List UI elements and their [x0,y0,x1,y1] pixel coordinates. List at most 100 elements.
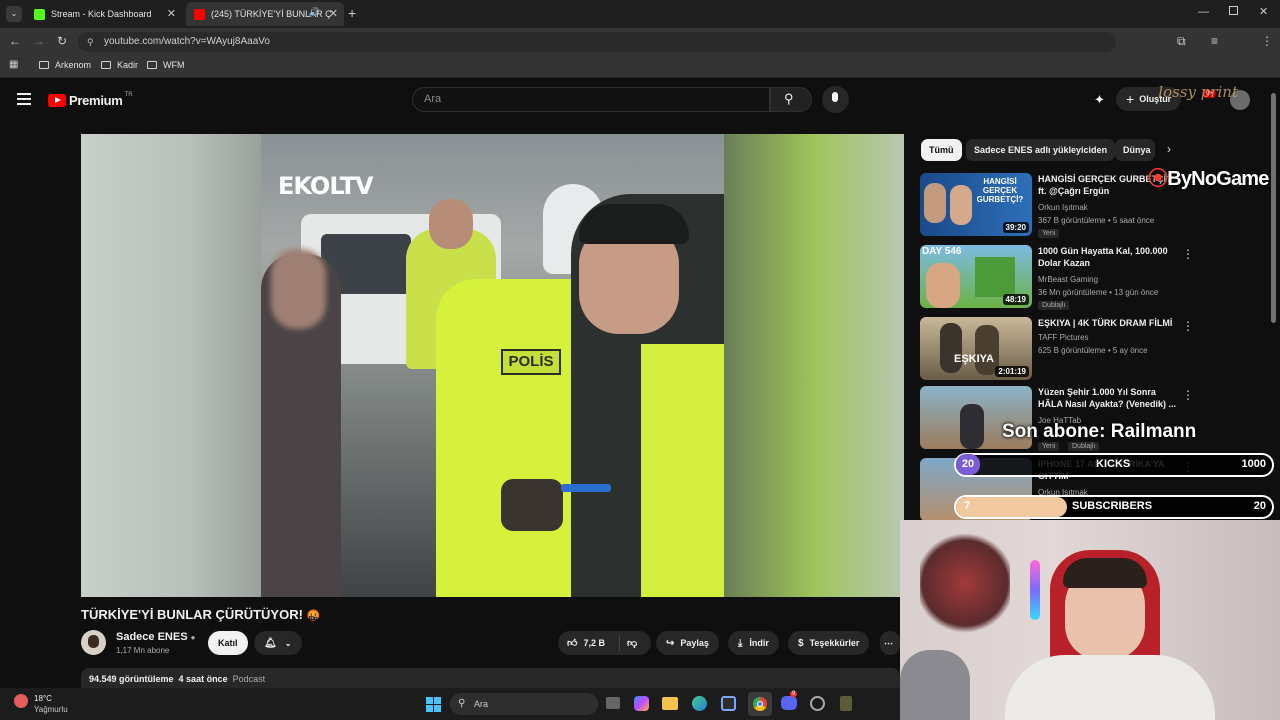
subscribers-goal: 20 [1253,500,1266,512]
bookmark-wfm[interactable]: WFM [147,60,185,70]
thanks-button[interactable]: $ Teşekkürler [788,631,870,655]
rec-meta: 367 B görüntüleme • 5 saat önce [1038,216,1155,225]
store-icon[interactable] [721,696,736,711]
blurred-background-right [724,134,904,597]
video-thumbnail[interactable]: EŞKIYA 2:01:19 [920,317,1032,380]
scrollbar-thumb[interactable] [1271,93,1276,323]
chip-world[interactable]: Dünya [1115,139,1155,161]
tab-label: Stream - Kick Dashboard [51,9,152,19]
new-tab-icon[interactable]: + [348,5,356,21]
rec-channel[interactable]: MrBeast Gaming [1038,275,1098,284]
more-vert-icon[interactable]: ⋮ [1182,388,1194,402]
edge-icon[interactable] [692,696,707,711]
flame-icon: ⦿ [1148,168,1168,190]
podcast-tag[interactable]: Podcast [233,674,266,684]
rec-channel[interactable]: Orkun Işıtmak [1038,203,1088,212]
channel-avatar[interactable] [81,630,106,655]
close-icon[interactable]: ✕ [167,7,176,20]
more-vert-icon[interactable]: ⋮ [1182,319,1194,333]
kicks-current: 20 [956,454,980,474]
kicks-label: KICKS [1096,458,1131,470]
like-button[interactable]: 👍︎ 7,2 B [558,635,620,651]
search-button[interactable]: ⚲ [770,87,812,112]
thumbnail-text: DAY 546 [922,246,962,257]
video-player[interactable]: POLİS EKOLTV [81,134,904,597]
description-box[interactable]: 94.549 görüntüleme 4 saat önce Podcast [81,668,900,688]
reload-icon[interactable]: ↻ [57,34,67,48]
extensions-puzzle-icon[interactable]: ⧉ [1177,34,1186,49]
more-actions-button[interactable]: ⋯ [880,631,900,655]
download-icon: ⤓ [738,637,743,649]
close-window-icon[interactable]: ✕ [1259,5,1268,18]
site-info-icon[interactable]: ⚲ [87,32,94,52]
close-icon[interactable]: ✕ [329,7,338,20]
download-button[interactable]: ⤓ İndir [728,631,779,655]
new-badge: Yeni [1038,442,1060,451]
youtube-logo[interactable]: Premium TR [48,91,133,108]
channel-name-text: Sadece ENES [116,631,188,643]
join-button[interactable]: Katıl [208,631,248,655]
weather-icon[interactable] [14,694,28,708]
taskbar-search-input[interactable]: ⚲ Ara [450,693,598,715]
back-arrow-icon[interactable]: ← [9,34,21,48]
youtube-favicon-icon [194,8,205,20]
tab-youtube-video[interactable]: (245) TÜRKİYE'Yİ BUNLAR Ç 🔊 ✕ [186,2,344,26]
windows-start-icon[interactable] [426,697,441,712]
subscribed-bell-button[interactable]: 🔔︎ ⌄ [254,631,302,655]
maximize-icon[interactable] [1229,6,1238,15]
weather-temp[interactable]: 18°C [34,694,52,703]
more-vert-icon[interactable]: ⋮ [1182,247,1194,261]
chevron-right-icon[interactable]: › [1167,142,1171,156]
speaker-icon[interactable]: 🔊 [309,7,320,18]
search-input[interactable]: Ara [412,87,770,112]
share-label: Paylaş [680,638,709,648]
file-explorer-icon[interactable] [662,697,678,710]
dislike-button[interactable]: 👎︎ [620,637,637,649]
region-code: TR [124,91,133,98]
recommendation-item[interactable]: DAY 546 48:19 1000 Gün Hayatta Kal, 100.… [920,245,1270,311]
polis-patch: POLİS [501,349,561,375]
chip-from-uploader[interactable]: Sadece ENES adlı yükleyiciden [966,139,1116,161]
url-text: youtube.com/watch?v=WAyuj8AaaVo [104,36,270,47]
recommendation-item[interactable]: EŞKIYA 2:01:19 EŞKIYA | 4K TÜRK DRAM FİL… [920,317,1270,383]
task-view-icon[interactable] [606,697,620,709]
wallet-in-hand [501,479,563,531]
thumbnail-text: EŞKIYA [954,353,994,365]
kick-favicon-icon [34,8,45,20]
copilot-icon[interactable] [634,696,649,711]
discord-icon[interactable]: 9 [781,691,798,710]
kicks-goal-bar: 20 KICKS 1000 [954,453,1274,477]
voice-search-button[interactable] [822,86,849,113]
view-count: 94.549 görüntüleme [89,674,174,684]
plus-icon: + [1126,91,1135,107]
share-button[interactable]: ↪ Paylaş [656,631,719,655]
video-thumbnail[interactable]: DAY 546 48:19 [920,245,1032,308]
kick-extension-icon[interactable]: ✦ [1094,92,1105,108]
folder-icon [101,61,111,69]
hamburger-menu-icon[interactable] [17,93,31,105]
app-icon[interactable] [840,696,852,711]
channel-name[interactable]: Sadece ENES ● [116,631,195,643]
menu-dots-icon[interactable]: ⋮ [1261,34,1273,48]
bookmark-kadir[interactable]: Kadir [101,60,138,70]
media-control-icon[interactable]: ≡ [1211,34,1218,48]
chip-all[interactable]: Tümü [921,139,962,161]
rec-title: 1000 Gün Hayatta Kal, 100.000 Dolar Kaza… [1038,246,1168,268]
youtube-play-logo-icon [48,94,66,107]
apps-grid-icon[interactable]: ▦ [9,59,18,70]
upload-age: 4 saat önce [178,674,228,684]
subscriber-count: 1,17 Mn abone [116,646,170,655]
video-thumbnail[interactable]: HANGİSİ GERÇEK GURBETÇİ? 39:20 [920,173,1032,236]
tab-search-button[interactable]: ⌄ [6,6,22,22]
minimize-icon[interactable]: — [1198,6,1209,18]
last-subscriber-label: Son abone: Railmann [1002,421,1197,442]
steelseries-icon[interactable] [810,696,825,711]
chrome-taskbar-button[interactable] [748,692,772,716]
tab-kick-dashboard[interactable]: Stream - Kick Dashboard ✕ [26,2,182,26]
bookmark-arkenom[interactable]: Arkenom [39,60,91,70]
thumbnail-text: HANGİSİ GERÇEK GURBETÇİ? [976,177,1024,204]
kicks-goal: 1000 [1241,458,1266,470]
rec-channel[interactable]: TAFF Pictures [1038,333,1089,342]
forward-arrow-icon[interactable]: → [33,34,45,48]
address-bar[interactable]: ⚲ youtube.com/watch?v=WAyuj8AaaVo [78,32,1116,52]
